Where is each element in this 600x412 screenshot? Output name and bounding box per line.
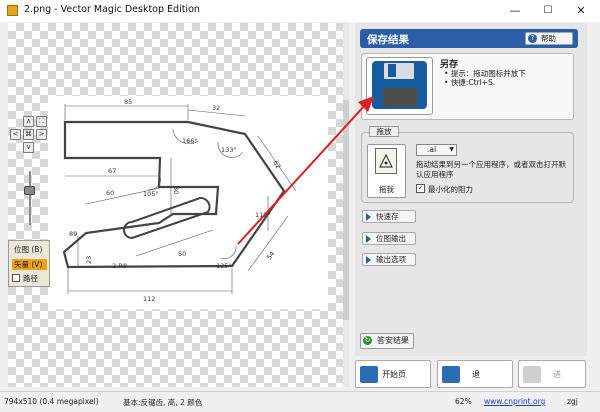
dim-label: 89 (69, 230, 77, 238)
status-extra: zgj (567, 397, 578, 406)
zoom-slider-track[interactable] (29, 171, 31, 225)
pan-right-button[interactable]: > (36, 129, 47, 140)
dim-label: 133° (221, 146, 237, 154)
pen-tool-icon (379, 153, 393, 168)
dim-label: 112° (255, 211, 271, 219)
back-button[interactable]: 退 (437, 360, 513, 388)
pan-down-button[interactable]: ∨ (23, 142, 34, 153)
maximize-button[interactable]: ☐ (533, 0, 563, 22)
vector-result-drawing: 85 32 166° 133° 67 30 60 105° 50 2-R8 23… (48, 96, 328, 309)
view-bitmap-option[interactable]: 位图 (B) (12, 244, 47, 255)
zoom-slider-thumb[interactable] (24, 186, 35, 195)
website-link[interactable]: www.cnprint.org (484, 397, 545, 406)
floppy-shutter-slot (388, 64, 396, 77)
tip-text: 快捷:Ctrl+S. (450, 78, 496, 87)
zoom-readout: 62% (455, 397, 472, 406)
dim-label: 54 (265, 250, 276, 261)
status-bar: 794x510 (0.4 megapixel) 基本:反锯齿, 高, 2 颜色 … (0, 391, 600, 412)
nav-item-label: 位图输出 (376, 234, 406, 243)
view-mode-selector: 位图 (B) 矢量 (V) 路径 (8, 240, 50, 287)
dim-label: 32 (212, 104, 220, 112)
back-label: 退 (472, 370, 480, 379)
dim-label: 166° (182, 137, 198, 145)
app-window: 2.png - Vector Magic Desktop Edition — ☐… (0, 0, 600, 412)
help-button[interactable]: ? 帮助 (525, 32, 573, 45)
nav-item-label: 快速存 (376, 212, 399, 221)
format-value: .ai (427, 145, 437, 154)
fit-view-button[interactable]: ⌘ (23, 129, 34, 140)
output-options-item[interactable]: 输出选项 (362, 253, 416, 266)
minimize-drag-label: 最小化的阻力 (428, 185, 473, 194)
floppy-label (383, 88, 417, 107)
nav-item-label: 输出选项 (376, 255, 406, 264)
file-format-select[interactable]: .ai ▼ (416, 144, 457, 156)
chevron-down-icon: ▼ (449, 146, 454, 153)
dim-label: 105° (143, 190, 159, 198)
expand-arrow-icon (366, 256, 371, 264)
path-checkbox[interactable] (12, 274, 20, 282)
canvas-scrollbar-thumb[interactable] (343, 100, 349, 320)
window-title: 2.png - Vector Magic Desktop Edition (24, 4, 200, 15)
minimize-drag-checkbox[interactable]: ✓ (416, 184, 425, 193)
dim-label: 2-R8 (112, 262, 127, 270)
forward-arrow-icon (523, 366, 541, 383)
pan-up-button[interactable]: ∧ (23, 116, 34, 127)
technical-drawing: 85 32 166° 133° 67 30 60 105° 50 2-R8 23… (62, 98, 297, 303)
refresh-icon: ↻ (363, 336, 372, 345)
quick-save-item[interactable]: 快速存 (362, 210, 416, 223)
forward-button[interactable]: 进 (518, 360, 586, 388)
help-icon: ? (528, 34, 537, 43)
app-icon (7, 5, 18, 16)
home-icon (360, 366, 378, 383)
back-arrow-icon (442, 366, 460, 383)
drag-description: 拖动结果到另一个应用程序，或者双击打开默认应用程序 (416, 160, 566, 179)
dim-label: 112 (143, 295, 155, 303)
dim-label: 30 (172, 186, 180, 194)
dim-label: 50 (178, 250, 186, 258)
pan-left-button[interactable]: < (10, 129, 21, 140)
view-vector-option[interactable]: 矢量 (V) (12, 259, 47, 270)
path-label: 路径 (23, 274, 38, 283)
expand-icon[interactable]: ⛶ (36, 116, 47, 127)
close-button[interactable]: ✕ (566, 0, 596, 22)
dim-label: 67 (108, 167, 116, 175)
expand-arrow-icon (366, 213, 371, 221)
panel-title: 保存结果 (367, 34, 409, 46)
part-outline (62, 120, 286, 269)
document-icon[interactable] (375, 148, 397, 174)
dim-label: 85 (124, 98, 132, 106)
dim-label: 125° (216, 262, 232, 270)
processing-info: 基本:反锯齿, 高, 2 颜色 (123, 398, 203, 407)
image-dimensions: 794x510 (0.4 megapixel) (4, 397, 99, 406)
dim-label: 23 (85, 256, 93, 264)
minimize-button[interactable]: — (500, 0, 530, 22)
save-as-tip-shortcut: • 快捷:Ctrl+S. (444, 78, 496, 87)
forward-label: 进 (553, 370, 561, 379)
start-page-label: 开始页 (382, 370, 406, 379)
drag-me-caption: 拖我 (379, 185, 394, 194)
start-page-button[interactable]: 开始页 (355, 360, 431, 388)
dim-label: 60 (106, 189, 114, 197)
title-bar: 2.png - Vector Magic Desktop Edition — ☐… (0, 0, 600, 22)
expand-arrow-icon (366, 235, 371, 243)
bitmap-output-item[interactable]: 位图输出 (362, 232, 416, 245)
help-label: 帮助 (541, 34, 556, 43)
drag-drop-tab: 拖放 (369, 126, 399, 137)
